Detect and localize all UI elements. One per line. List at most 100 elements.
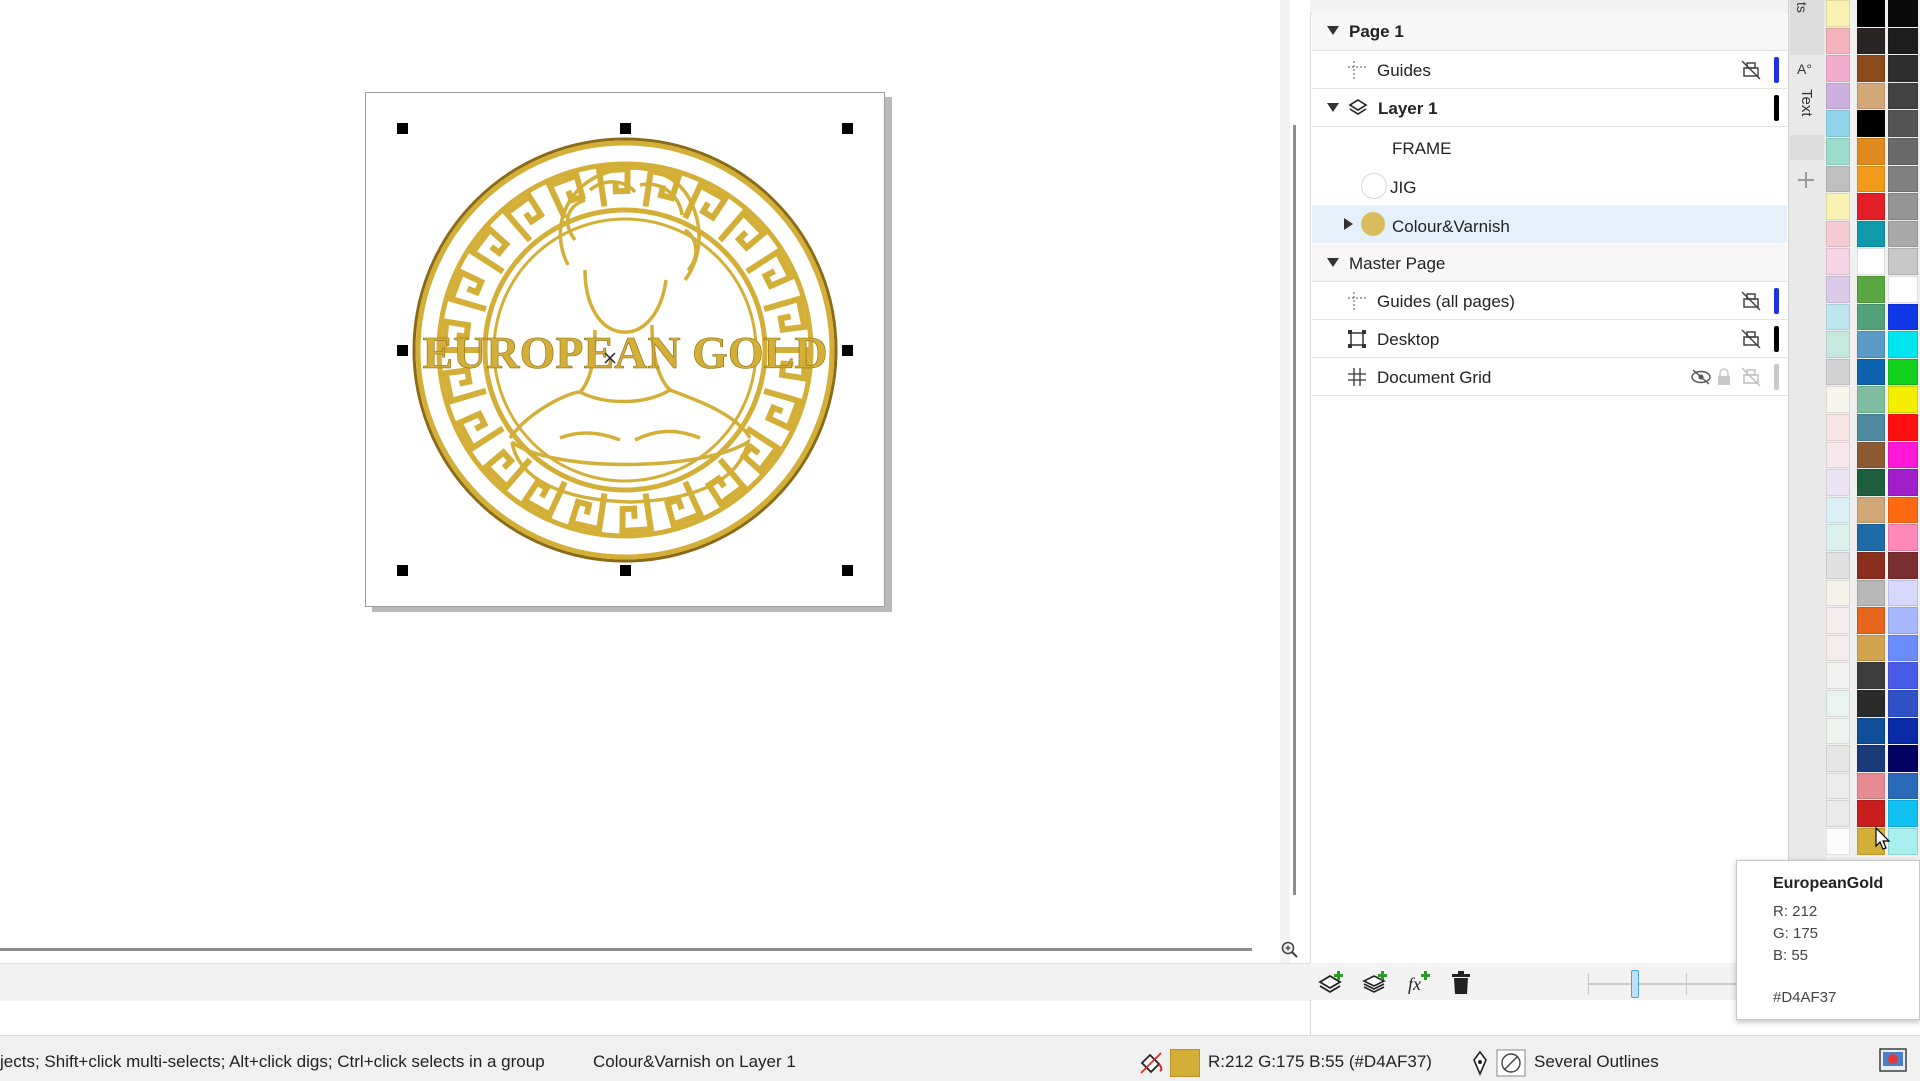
outline-pen-icon[interactable] (1468, 1050, 1492, 1076)
palette-swatch[interactable] (1857, 800, 1885, 827)
palette-swatch[interactable] (1857, 662, 1885, 689)
palette-swatch[interactable] (1888, 496, 1918, 524)
fill-color-swatch[interactable] (1170, 1049, 1200, 1077)
palette-swatch[interactable] (1857, 524, 1885, 551)
palette-swatch[interactable] (1826, 138, 1850, 165)
palette-swatch[interactable] (1826, 386, 1850, 413)
palette-swatch[interactable] (1826, 607, 1850, 634)
palette-swatch[interactable] (1826, 690, 1850, 717)
palette-swatch[interactable] (1857, 276, 1885, 303)
palette-swatch[interactable] (1857, 607, 1885, 634)
palette-swatch[interactable] (1826, 55, 1850, 82)
tree-row-frame[interactable]: FRAME (1312, 127, 1787, 165)
palette-swatch[interactable] (1888, 414, 1918, 441)
palette-swatch[interactable] (1857, 745, 1885, 772)
palette-swatch[interactable] (1888, 110, 1918, 137)
palette-swatch[interactable] (1857, 690, 1885, 717)
palette-swatch[interactable] (1826, 717, 1850, 745)
palette-swatch[interactable] (1888, 165, 1918, 193)
palette-swatch[interactable] (1857, 165, 1885, 193)
palette-swatch[interactable] (1888, 82, 1918, 110)
palette-swatch[interactable] (1826, 800, 1850, 827)
palette-swatch[interactable] (1888, 303, 1918, 331)
palette-swatch[interactable] (1888, 772, 1918, 800)
thumbnail-size-slider-thumb[interactable] (1631, 970, 1639, 998)
tree-row-guides[interactable]: Guides (1312, 51, 1787, 89)
tree-row-jig[interactable]: JIG (1312, 166, 1787, 204)
palette-swatch[interactable] (1857, 82, 1885, 110)
palette-swatch[interactable] (1826, 193, 1850, 220)
palette-swatch[interactable] (1826, 524, 1850, 551)
palette-swatch[interactable] (1888, 55, 1918, 82)
palette-swatch[interactable] (1826, 772, 1850, 800)
palette-swatch[interactable] (1826, 634, 1850, 662)
palette-swatch[interactable] (1888, 607, 1918, 634)
tree-row-guides-all-pages[interactable]: Guides (all pages) (1312, 282, 1787, 320)
palette-swatch[interactable] (1888, 331, 1918, 358)
collapse-toggle-icon[interactable] (1327, 103, 1339, 112)
palette-swatch[interactable] (1857, 55, 1885, 82)
palette-swatch[interactable] (1826, 828, 1850, 855)
palette-swatch[interactable] (1888, 441, 1918, 469)
tree-row-desktop[interactable]: Desktop (1312, 320, 1787, 358)
delete-trash-icon[interactable] (1449, 970, 1473, 996)
zoom-icon[interactable] (1280, 940, 1300, 960)
palette-swatch[interactable] (1857, 469, 1885, 496)
palette-swatch[interactable] (1857, 138, 1885, 165)
selection-handle-mr[interactable] (842, 345, 853, 356)
palette-swatch[interactable] (1857, 27, 1885, 55)
selection-handle-ml[interactable] (397, 345, 408, 356)
palette-swatch[interactable] (1857, 220, 1885, 248)
selection-handle-bl[interactable] (397, 565, 408, 576)
fill-bucket-icon[interactable] (1138, 1050, 1164, 1076)
palette-swatch[interactable] (1857, 248, 1885, 275)
selection-handle-tc[interactable] (620, 123, 631, 134)
palette-swatch[interactable] (1826, 579, 1850, 607)
color-management-icon[interactable] (1878, 1046, 1908, 1076)
palette-swatch[interactable] (1826, 662, 1850, 689)
palette-swatch[interactable] (1857, 496, 1885, 524)
palette-swatch[interactable] (1826, 358, 1850, 386)
palette-swatch[interactable] (1888, 27, 1918, 55)
printer-disabled-icon[interactable] (1740, 59, 1762, 81)
selection-handle-bc[interactable] (620, 565, 631, 576)
tree-row-colour-varnish[interactable]: Colour&Varnish (1312, 205, 1787, 243)
palette-swatch[interactable] (1857, 579, 1885, 607)
vertical-scrollbar[interactable] (1280, 0, 1290, 963)
palette-swatch[interactable] (1826, 331, 1850, 358)
palette-swatch[interactable] (1888, 662, 1918, 689)
horizontal-scrollbar[interactable] (0, 948, 1252, 951)
tree-row-document-grid[interactable]: Document Grid (1312, 358, 1787, 396)
palette-swatch[interactable] (1888, 579, 1918, 607)
palette-swatch[interactable] (1888, 828, 1918, 855)
palette-swatch[interactable] (1888, 524, 1918, 551)
new-layer-icon[interactable] (1318, 970, 1346, 996)
palette-swatch[interactable] (1826, 303, 1850, 331)
selection-handle-tl[interactable] (397, 123, 408, 134)
tree-row-layer-1[interactable]: Layer 1 (1312, 89, 1787, 127)
collapse-toggle-icon[interactable] (1327, 26, 1339, 35)
new-master-layer-icon[interactable] (1362, 970, 1390, 996)
palette-swatch[interactable] (1857, 193, 1885, 220)
selection-handle-br[interactable] (842, 565, 853, 576)
visibility-hidden-icon[interactable] (1690, 368, 1712, 386)
tree-row-master-page[interactable]: Master Page (1312, 244, 1787, 282)
palette-swatch[interactable] (1888, 552, 1918, 579)
palette-swatch[interactable] (1857, 634, 1885, 662)
palette-swatch[interactable] (1888, 800, 1918, 827)
palette-swatch[interactable] (1826, 165, 1850, 193)
printer-disabled-icon[interactable] (1740, 328, 1762, 350)
tree-row-page-1[interactable]: Page 1 (1312, 13, 1787, 51)
palette-swatch[interactable] (1826, 220, 1850, 248)
palette-swatch[interactable] (1888, 634, 1918, 662)
palette-swatch[interactable] (1826, 745, 1850, 772)
palette-swatch[interactable] (1826, 248, 1850, 275)
palette-swatch[interactable] (1857, 0, 1885, 27)
printer-disabled-icon[interactable] (1740, 366, 1762, 388)
palette-swatch[interactable] (1857, 386, 1885, 413)
palette-swatch[interactable] (1888, 138, 1918, 165)
palette-swatch[interactable] (1826, 276, 1850, 303)
palette-swatch[interactable] (1826, 27, 1850, 55)
palette-swatch[interactable] (1857, 358, 1885, 386)
collapse-toggle-icon[interactable] (1327, 258, 1339, 267)
